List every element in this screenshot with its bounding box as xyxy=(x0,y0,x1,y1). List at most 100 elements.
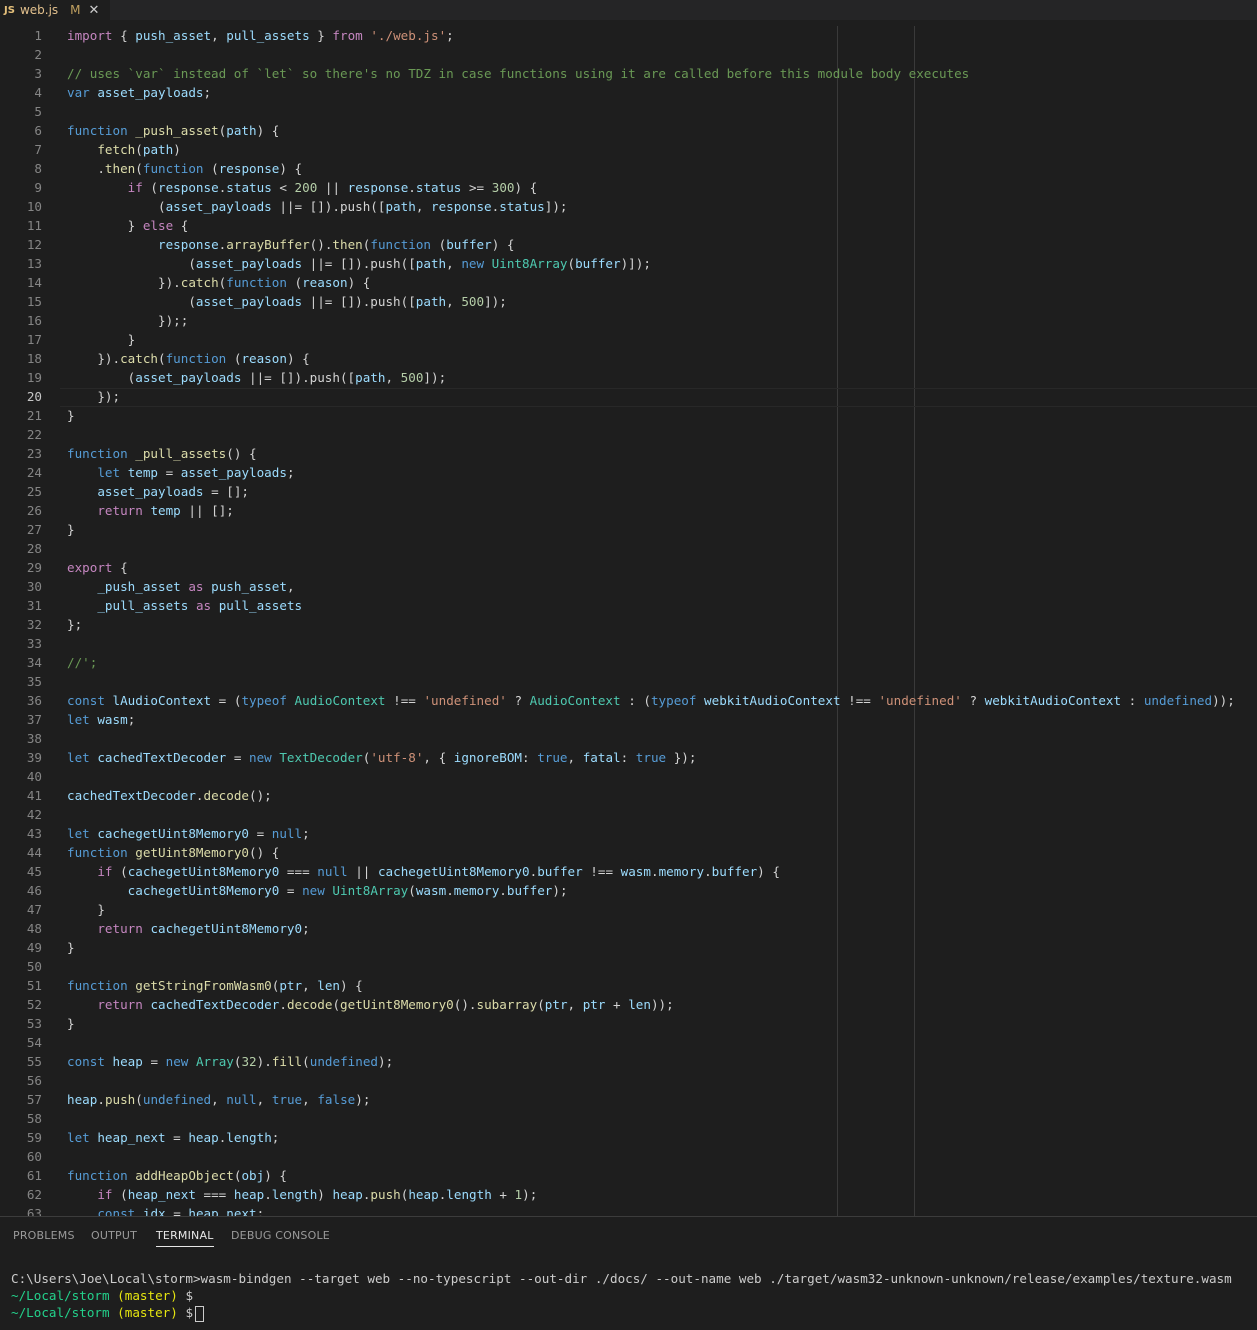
code-text: let temp = asset_payloads; xyxy=(97,465,295,480)
line-number: 55 xyxy=(26,1054,42,1069)
code-line[interactable]: 40 xyxy=(0,767,1257,786)
terminal-input-line[interactable]: ~/Local/storm (master) $ xyxy=(11,1304,205,1322)
tab-problems[interactable]: PROBLEMS xyxy=(13,1229,75,1242)
code-line[interactable]: 23 function _pull_assets() { xyxy=(0,444,1257,463)
code-line[interactable]: 19 (asset_payloads ||= []).push([path, 5… xyxy=(0,368,1257,387)
code-line[interactable]: 46 cachegetUint8Memory0 = new Uint8Array… xyxy=(0,881,1257,900)
code-line[interactable]: 31 _pull_assets as pull_assets xyxy=(0,596,1257,615)
code-line[interactable]: 6 function _push_asset(path) { xyxy=(0,121,1257,140)
code-line[interactable]: 32}; xyxy=(0,615,1257,634)
code-line[interactable]: 26 return temp || []; xyxy=(0,501,1257,520)
code-line[interactable]: 11 } else { xyxy=(0,216,1257,235)
code-line[interactable]: 60 xyxy=(0,1147,1257,1166)
code-line[interactable]: 24 let temp = asset_payloads; xyxy=(0,463,1257,482)
code-text: (asset_payloads ||= []).push([path, new … xyxy=(67,256,651,271)
code-line[interactable]: 44 function getUint8Memory0() { xyxy=(0,843,1257,862)
code-text: import { push_asset, pull_assets } from … xyxy=(67,28,454,43)
code-line[interactable]: 3 // uses `var` instead of `let` so there… xyxy=(0,64,1257,83)
code-line[interactable]: 4 var asset_payloads; xyxy=(0,83,1257,102)
code-line[interactable]: 28 xyxy=(0,539,1257,558)
code-line[interactable]: 15 (asset_payloads ||= []).push([path, 5… xyxy=(0,292,1257,311)
code-line[interactable]: 37 let wasm; xyxy=(0,710,1257,729)
code-line[interactable]: 61 function addHeapObject(obj) { xyxy=(0,1166,1257,1185)
code-text: function _pull_assets() { xyxy=(67,446,257,461)
code-line[interactable]: 1 import { push_asset, pull_assets } from… xyxy=(0,26,1257,45)
code-line[interactable]: 56 xyxy=(0,1071,1257,1090)
code-line[interactable]: 2 xyxy=(0,45,1257,64)
line-number: 60 xyxy=(26,1149,42,1164)
code-line[interactable]: 33 xyxy=(0,634,1257,653)
code-text: if (heap_next === heap.length) heap.push… xyxy=(97,1187,538,1202)
bottom-panel: PROBLEMS OUTPUT TERMINAL DEBUG CONSOLE C… xyxy=(0,1216,1257,1330)
line-number: 53 xyxy=(26,1016,42,1031)
code-line[interactable]: 17 } xyxy=(0,330,1257,349)
code-line[interactable]: 21} xyxy=(0,406,1257,425)
terminal-command-line: C:\Users\Joe\Local\storm>wasm-bindgen --… xyxy=(11,1271,1232,1286)
line-number: 11 xyxy=(26,218,42,233)
code-line[interactable]: 50 xyxy=(0,957,1257,976)
line-number: 30 xyxy=(26,579,42,594)
code-line[interactable]: 12 response.arrayBuffer().then(function … xyxy=(0,235,1257,254)
tab-output[interactable]: OUTPUT xyxy=(91,1229,137,1242)
code-text: response.arrayBuffer().then(function (bu… xyxy=(158,237,515,252)
line-number: 25 xyxy=(26,484,42,499)
code-line[interactable]: 57 heap.push(undefined, null, true, false… xyxy=(0,1090,1257,1109)
code-editor[interactable]: 1 import { push_asset, pull_assets } from… xyxy=(0,26,1257,1216)
line-number: 17 xyxy=(26,332,42,347)
line-number: 43 xyxy=(26,826,42,841)
line-number: 22 xyxy=(26,427,42,442)
line-number: 28 xyxy=(26,541,42,556)
code-line[interactable]: 51 function getStringFromWasm0(ptr, len) … xyxy=(0,976,1257,995)
code-line[interactable]: 53} xyxy=(0,1014,1257,1033)
code-line[interactable]: 5 xyxy=(0,102,1257,121)
code-line[interactable]: 27} xyxy=(0,520,1257,539)
code-line[interactable]: 13 (asset_payloads ||= []).push([path, n… xyxy=(0,254,1257,273)
code-line[interactable]: 41 cachedTextDecoder.decode(); xyxy=(0,786,1257,805)
code-line[interactable]: 30 _push_asset as push_asset, xyxy=(0,577,1257,596)
code-line[interactable]: 16 });; xyxy=(0,311,1257,330)
prompt-path: ~/Local/storm xyxy=(11,1288,110,1303)
code-line[interactable]: 59 let heap_next = heap.length; xyxy=(0,1128,1257,1147)
code-line[interactable]: 49} xyxy=(0,938,1257,957)
code-line[interactable]: 14 }).catch(function (reason) { xyxy=(0,273,1257,292)
code-line[interactable]: 47 } xyxy=(0,900,1257,919)
code-line[interactable]: 20 }); xyxy=(0,387,1257,406)
line-number: 1 xyxy=(34,28,42,43)
code-line[interactable]: 42 xyxy=(0,805,1257,824)
code-line[interactable]: 43 let cachegetUint8Memory0 = null; xyxy=(0,824,1257,843)
code-line[interactable]: 55 const heap = new Array(32).fill(undefi… xyxy=(0,1052,1257,1071)
line-number: 2 xyxy=(34,47,42,62)
code-line[interactable]: 38 xyxy=(0,729,1257,748)
line-number: 35 xyxy=(26,674,42,689)
code-line[interactable]: 52 return cachedTextDecoder.decode(getUi… xyxy=(0,995,1257,1014)
code-line[interactable]: 34 //'; xyxy=(0,653,1257,672)
code-line[interactable]: 29 export { xyxy=(0,558,1257,577)
tab-web-js[interactable]: JS web.js M ✕ xyxy=(0,0,110,20)
code-line[interactable]: 8 .then(function (response) { xyxy=(0,159,1257,178)
tab-terminal[interactable]: TERMINAL xyxy=(156,1229,214,1247)
line-number: 21 xyxy=(26,408,42,423)
code-line[interactable]: 48 return cachegetUint8Memory0; xyxy=(0,919,1257,938)
code-line[interactable]: 63 const idx = heap_next; xyxy=(0,1204,1257,1216)
code-text: cachedTextDecoder.decode(); xyxy=(67,788,272,803)
tab-debug-console[interactable]: DEBUG CONSOLE xyxy=(231,1229,330,1242)
line-number: 13 xyxy=(26,256,42,271)
code-line[interactable]: 62 if (heap_next === heap.length) heap.p… xyxy=(0,1185,1257,1204)
code-line[interactable]: 54 xyxy=(0,1033,1257,1052)
code-line[interactable]: 58 xyxy=(0,1109,1257,1128)
line-number: 9 xyxy=(34,180,42,195)
code-line[interactable]: 39 let cachedTextDecoder = new TextDecode… xyxy=(0,748,1257,767)
code-line[interactable]: 10 (asset_payloads ||= []).push([path, r… xyxy=(0,197,1257,216)
code-line[interactable]: 7 fetch(path) xyxy=(0,140,1257,159)
line-number: 36 xyxy=(26,693,42,708)
close-icon[interactable]: ✕ xyxy=(89,3,100,18)
code-text: function getStringFromWasm0(ptr, len) { xyxy=(67,978,363,993)
code-line[interactable]: 18 }).catch(function (reason) { xyxy=(0,349,1257,368)
code-line[interactable]: 36 const lAudioContext = (typeof AudioCon… xyxy=(0,691,1257,710)
code-line[interactable]: 9 if (response.status < 200 || response.… xyxy=(0,178,1257,197)
code-line[interactable]: 45 if (cachegetUint8Memory0 === null || … xyxy=(0,862,1257,881)
code-line[interactable]: 25 asset_payloads = []; xyxy=(0,482,1257,501)
code-line[interactable]: 22 xyxy=(0,425,1257,444)
code-line[interactable]: 35 xyxy=(0,672,1257,691)
line-number: 62 xyxy=(26,1187,42,1202)
